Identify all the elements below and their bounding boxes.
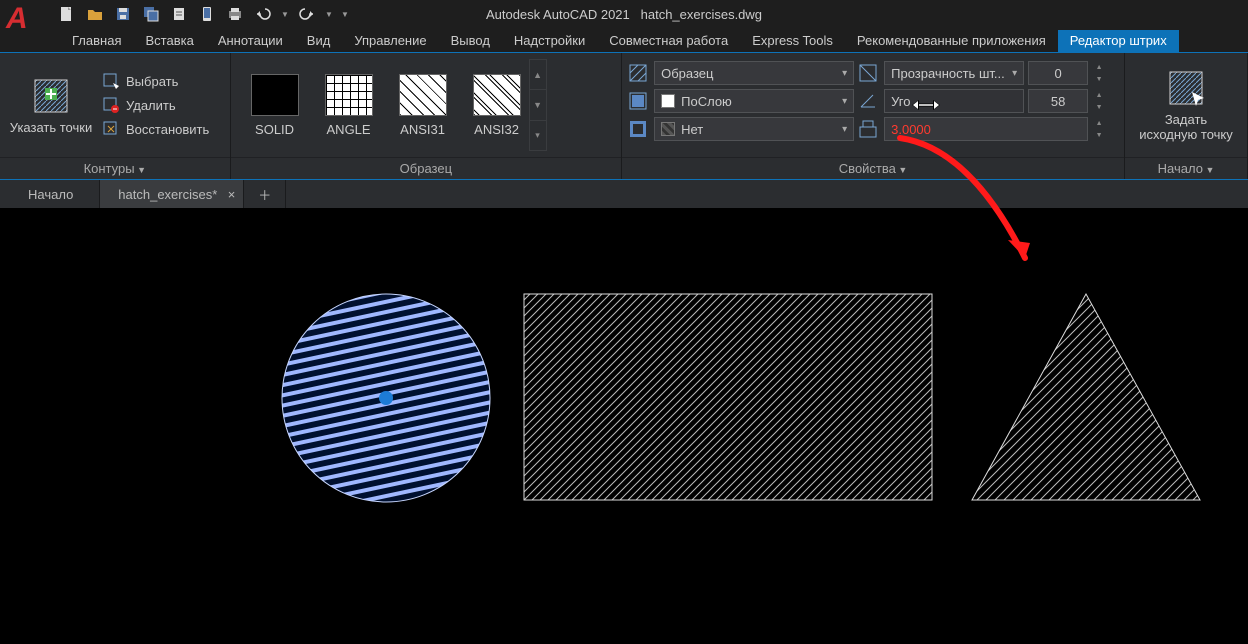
panel-origin: Задать исходную точку Начало <box>1125 53 1248 179</box>
select-objects-label: Выбрать <box>126 74 178 89</box>
scroll-expand-icon[interactable]: ▾ <box>530 121 546 150</box>
app-name: Autodesk AutoCAD 2021 <box>486 7 630 22</box>
panel-pattern-title: Образец <box>400 161 452 176</box>
panel-origin-title[interactable]: Начало <box>1125 157 1247 179</box>
pattern-solid[interactable]: SOLID <box>251 74 299 137</box>
pattern-ansi32-label: ANSI32 <box>474 122 519 137</box>
panel-pattern: SOLID ANGLE ANSI31 ANSI32 ▲ ▼ ▾ <box>231 53 623 179</box>
selection-grip-icon <box>379 391 393 405</box>
tab-apps[interactable]: Рекомендованные приложения <box>845 30 1058 52</box>
transparency-label: Прозрачность шт... <box>891 66 1005 81</box>
pattern-ansi32[interactable]: ANSI32 <box>473 74 521 137</box>
pattern-ansi31-label: ANSI31 <box>400 122 445 137</box>
quick-access-toolbar: ▼ ▼ ▼ <box>56 3 350 25</box>
panel-properties: Образец Прозрачность шт... 0 ▲▼ ПоСлою У… <box>622 53 1125 179</box>
angle-spinner[interactable]: ▲▼ <box>1092 89 1106 113</box>
remove-boundary-button[interactable]: Удалить <box>102 96 209 114</box>
transparency-spinner[interactable]: ▲▼ <box>1092 61 1106 85</box>
bgcolor-combo[interactable]: Нет <box>654 117 854 141</box>
color-combo[interactable]: ПоСлою <box>654 89 854 113</box>
transparency-combo[interactable]: Прозрачность шт... <box>884 61 1024 85</box>
scale-value-field[interactable]: 3.0000 <box>884 117 1088 141</box>
pattern-type-combo[interactable]: Образец <box>654 61 854 85</box>
document-tabs: Начало hatch_exercises*× ＋ <box>0 180 1248 208</box>
set-origin-button[interactable]: Задать исходную точку <box>1131 68 1241 142</box>
qat-more-icon[interactable]: ▼ <box>340 3 350 25</box>
angle-icon <box>858 91 878 111</box>
scale-value: 3.0000 <box>891 122 931 137</box>
pattern-type-value: Образец <box>661 66 713 81</box>
titlebar: A ▼ ▼ ▼ Autodesk AutoCAD 2021 hatch_exer… <box>0 0 1248 28</box>
qat-print-icon[interactable] <box>224 3 246 25</box>
tab-express[interactable]: Express Tools <box>740 30 845 52</box>
tab-collab[interactable]: Совместная работа <box>597 30 740 52</box>
qat-saveas-icon[interactable] <box>140 3 162 25</box>
qat-save-icon[interactable] <box>112 3 134 25</box>
qat-publish-icon[interactable] <box>168 3 190 25</box>
tab-addins[interactable]: Надстройки <box>502 30 597 52</box>
scale-icon <box>858 119 878 139</box>
angle-value[interactable]: 58 <box>1028 89 1088 113</box>
ribbon: Указать точки Выбрать Удалить Восстанови… <box>0 52 1248 180</box>
qat-redo-icon[interactable] <box>296 3 318 25</box>
pattern-gallery-scroll[interactable]: ▲ ▼ ▾ <box>529 59 547 151</box>
qat-undo-dd-icon[interactable]: ▼ <box>280 3 290 25</box>
close-icon[interactable]: × <box>228 187 236 202</box>
scroll-up-icon[interactable]: ▲ <box>530 60 546 90</box>
doc-tab-start[interactable]: Начало <box>10 180 100 208</box>
pick-points-button[interactable]: Указать точки <box>6 76 96 135</box>
color-icon <box>628 91 648 111</box>
drawing-canvas[interactable] <box>0 208 1248 644</box>
qat-open-icon[interactable] <box>84 3 106 25</box>
app-logo-icon[interactable]: A <box>6 8 44 30</box>
select-objects-button[interactable]: Выбрать <box>102 72 209 90</box>
doc-tab-file[interactable]: hatch_exercises*× <box>100 180 244 208</box>
pattern-type-icon <box>628 63 648 83</box>
panel-properties-title[interactable]: Свойства <box>622 157 1124 179</box>
panel-boundaries-title[interactable]: Контуры <box>0 157 230 179</box>
recreate-boundary-button[interactable]: Восстановить <box>102 120 209 138</box>
transparency-icon <box>858 63 878 83</box>
pick-points-label: Указать точки <box>10 120 92 135</box>
qat-mobile-icon[interactable] <box>196 3 218 25</box>
qat-redo-dd-icon[interactable]: ▼ <box>324 3 334 25</box>
scale-spinner[interactable]: ▲▼ <box>1092 117 1106 141</box>
pattern-angle-label: ANGLE <box>327 122 371 137</box>
remove-boundary-label: Удалить <box>126 98 176 113</box>
set-origin-label-2: исходную точку <box>1139 127 1233 142</box>
bgcolor-value: Нет <box>681 122 703 137</box>
tab-manage[interactable]: Управление <box>342 30 438 52</box>
tab-view[interactable]: Вид <box>295 30 343 52</box>
pattern-angle[interactable]: ANGLE <box>325 74 373 137</box>
tab-home[interactable]: Главная <box>60 30 133 52</box>
recreate-boundary-label: Восстановить <box>126 122 209 137</box>
set-origin-label-1: Задать <box>1165 112 1207 127</box>
tab-output[interactable]: Вывод <box>439 30 502 52</box>
color-value: ПоСлою <box>681 94 732 109</box>
pattern-solid-label: SOLID <box>255 122 294 137</box>
qat-undo-icon[interactable] <box>252 3 274 25</box>
transparency-value[interactable]: 0 <box>1028 61 1088 85</box>
scroll-down-icon[interactable]: ▼ <box>530 90 546 120</box>
angle-label: Уго <box>884 89 1024 113</box>
pattern-ansi31[interactable]: ANSI31 <box>399 74 447 137</box>
bgcolor-icon <box>628 119 648 139</box>
qat-new-icon[interactable] <box>56 3 78 25</box>
file-name: hatch_exercises.dwg <box>641 7 762 22</box>
ribbon-tabs: Главная Вставка Аннотации Вид Управление… <box>0 28 1248 52</box>
doc-tab-new[interactable]: ＋ <box>244 180 286 208</box>
panel-boundaries: Указать точки Выбрать Удалить Восстанови… <box>0 53 231 179</box>
tab-annotations[interactable]: Аннотации <box>206 30 295 52</box>
tab-hatch-editor[interactable]: Редактор штрих <box>1058 30 1179 52</box>
tab-insert[interactable]: Вставка <box>133 30 205 52</box>
